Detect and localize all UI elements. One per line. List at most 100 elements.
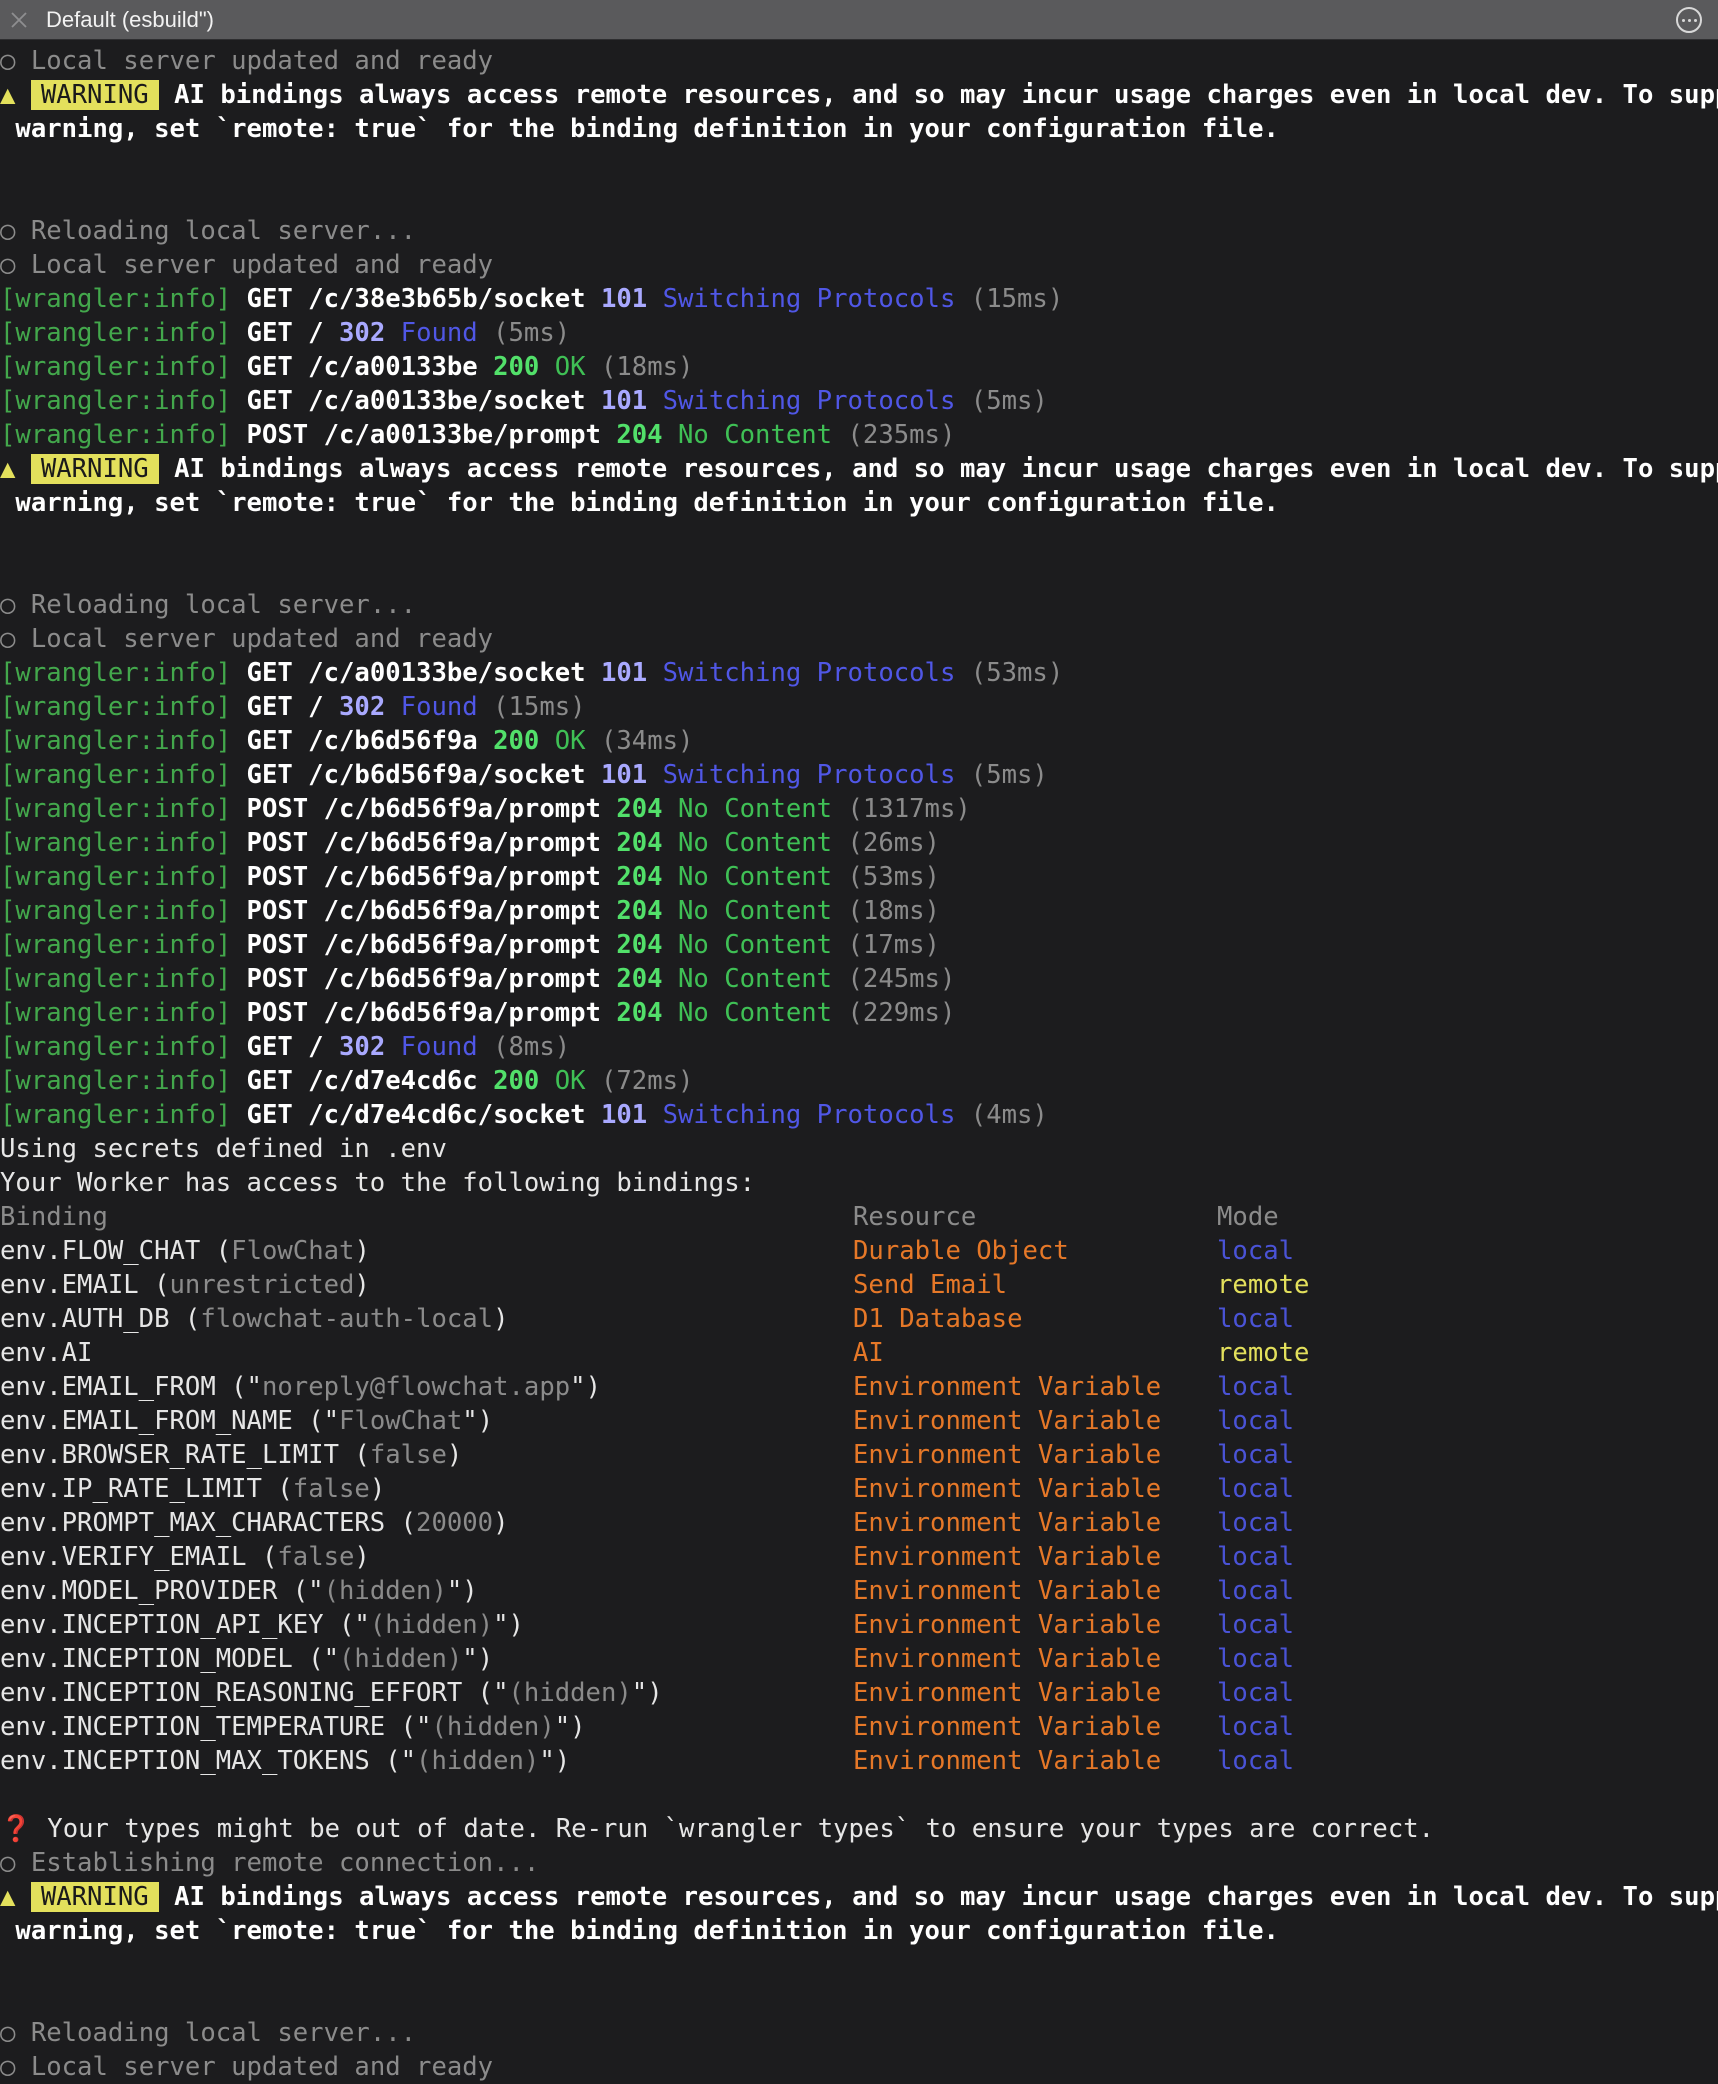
binding-resource: Environment Variable <box>853 1712 1162 1742</box>
binding-key: env.FLOW_CHAT <box>0 1236 201 1266</box>
binding-resource: Environment Variable <box>853 1406 1162 1436</box>
binding-row: env.BROWSER_RATE_LIMIT (false) Environmen… <box>0 1438 1718 1472</box>
status-code: 204 <box>616 828 663 858</box>
status-text: Switching Protocols <box>647 760 956 790</box>
binding-mode: local <box>1217 1678 1295 1708</box>
status-code: 302 <box>339 692 386 722</box>
log-prefix: [wrangler:info] <box>0 760 232 790</box>
request-path: GET / <box>231 318 340 348</box>
binding-key: env.INCEPTION_MAX_TOKENS <box>0 1746 370 1776</box>
request-path: POST /c/b6d56f9a/prompt <box>231 794 617 824</box>
log-prefix: [wrangler:info] <box>0 1100 232 1130</box>
status-code: 204 <box>616 964 663 994</box>
binding-value: 20000 <box>416 1508 494 1538</box>
status-reloading-text: Reloading local server... <box>30 2018 417 2048</box>
binding-resource: Environment Variable <box>853 1440 1162 1470</box>
request-log-line: [wrangler:info] GET /c/a00133be 200 OK (… <box>0 350 1718 384</box>
circle-icon: ○ <box>0 1848 31 1878</box>
punct: ") <box>631 1678 663 1708</box>
binding-row: env.INCEPTION_TEMPERATURE ("(hidden)") En… <box>0 1710 1718 1744</box>
bindings-intro: Your Worker has access to the following … <box>0 1166 1718 1200</box>
status-text: OK <box>539 1066 586 1096</box>
binding-value: (hidden) <box>323 1576 447 1606</box>
punct: ") <box>462 1406 494 1436</box>
binding-resource: Environment Variable <box>853 1678 1162 1708</box>
status-text: No Content <box>662 964 833 994</box>
request-path: POST /c/b6d56f9a/prompt <box>231 998 617 1028</box>
binding-name: env.INCEPTION_REASONING_EFFORT ("(hidden… <box>0 1676 663 1710</box>
status-text: No Content <box>662 420 833 450</box>
binding-key: env.VERIFY_EMAIL <box>0 1542 247 1572</box>
warning-icon: ▲ <box>0 1882 31 1912</box>
request-log-line: [wrangler:info] GET /c/a00133be/socket 1… <box>0 384 1718 418</box>
binding-mode: local <box>1217 1746 1295 1776</box>
status-reloading: ○ Reloading local server... <box>0 214 1718 248</box>
binding-name: env.EMAIL_FROM ("noreply@flowchat.app") <box>0 1370 601 1404</box>
status-code: 101 <box>600 284 648 314</box>
binding-key: env.BROWSER_RATE_LIMIT <box>0 1440 339 1470</box>
request-path: POST /c/a00133be/prompt <box>231 420 617 450</box>
request-log-line: [wrangler:info] POST /c/b6d56f9a/prompt … <box>0 928 1718 962</box>
duration: (34ms) <box>585 726 694 756</box>
request-log-line: [wrangler:info] POST /c/b6d56f9a/prompt … <box>0 894 1718 928</box>
punct: ) <box>446 1440 463 1470</box>
binding-value: flowchat-auth-local <box>200 1304 494 1334</box>
secrets-text: Using secrets defined in .env <box>0 1134 447 1164</box>
binding-key: env.INCEPTION_REASONING_EFFORT <box>0 1678 463 1708</box>
binding-mode: local <box>1217 1712 1295 1742</box>
punct: ) <box>354 1542 370 1572</box>
duration: (5ms) <box>955 760 1048 790</box>
duration: (18ms) <box>585 352 694 382</box>
circle-icon: ○ <box>0 590 31 620</box>
status-ready-text: Local server updated and ready <box>30 624 494 654</box>
header-resource: Resource <box>853 1202 977 1232</box>
duration: (26ms) <box>832 828 940 858</box>
request-path: GET /c/38e3b65b/socket <box>231 284 601 314</box>
status-text: No Content <box>662 896 833 926</box>
request-log-line: [wrangler:info] GET /c/a00133be/socket 1… <box>0 656 1718 690</box>
log-prefix: [wrangler:info] <box>0 964 232 994</box>
warning-icon: ▲ <box>0 454 31 484</box>
request-path: GET /c/d7e4cd6c <box>231 1066 494 1096</box>
warning-icon: ▲ <box>0 80 31 110</box>
warning-text: warning, set `remote: true` for the bind… <box>0 488 1279 518</box>
binding-key: env.INCEPTION_MODEL <box>0 1644 293 1674</box>
status-text: Found <box>385 692 478 722</box>
punct: ") <box>539 1746 571 1776</box>
duration: (53ms) <box>832 862 940 892</box>
punct: ( <box>246 1542 278 1572</box>
binding-row: env.VERIFY_EMAIL (false) Environment Vari… <box>0 1540 1718 1574</box>
status-text: No Content <box>662 828 833 858</box>
binding-key: env.INCEPTION_API_KEY <box>0 1610 324 1640</box>
binding-mode: local <box>1217 1440 1295 1470</box>
circle-icon: ○ <box>0 624 31 654</box>
request-path: POST /c/b6d56f9a/prompt <box>231 964 617 994</box>
log-prefix: [wrangler:info] <box>0 658 232 688</box>
warning-badge: WARNING <box>30 454 159 484</box>
more-icon[interactable] <box>1676 7 1702 33</box>
duration: (15ms) <box>477 692 586 722</box>
duration: (17ms) <box>832 930 940 960</box>
binding-resource: Send Email <box>853 1270 1008 1300</box>
log-prefix: [wrangler:info] <box>0 352 232 382</box>
binding-value: unrestricted <box>169 1270 355 1300</box>
duration: (4ms) <box>955 1100 1048 1130</box>
duration: (18ms) <box>832 896 940 926</box>
close-icon[interactable] <box>8 9 30 31</box>
binding-key: env.EMAIL <box>0 1270 139 1300</box>
binding-key: env.EMAIL_FROM <box>0 1372 216 1402</box>
status-code: 101 <box>600 386 648 416</box>
terminal-output[interactable]: ○ Local server updated and ready ▲ WARNIN… <box>0 40 1718 2083</box>
request-log-line: [wrangler:info] POST /c/b6d56f9a/prompt … <box>0 962 1718 996</box>
punct: ) <box>493 1304 509 1334</box>
punct: (" <box>369 1746 417 1776</box>
log-prefix: [wrangler:info] <box>0 692 232 722</box>
binding-name: env.AI <box>0 1336 92 1370</box>
punct: (" <box>385 1712 432 1742</box>
log-prefix: [wrangler:info] <box>0 284 232 314</box>
secrets-line: Using secrets defined in .env <box>0 1132 1718 1166</box>
status-text: No Content <box>662 862 833 892</box>
log-prefix: [wrangler:info] <box>0 726 232 756</box>
request-log-line: [wrangler:info] GET / 302 Found (5ms) <box>0 316 1718 350</box>
status-reloading-text: Reloading local server... <box>30 216 417 246</box>
